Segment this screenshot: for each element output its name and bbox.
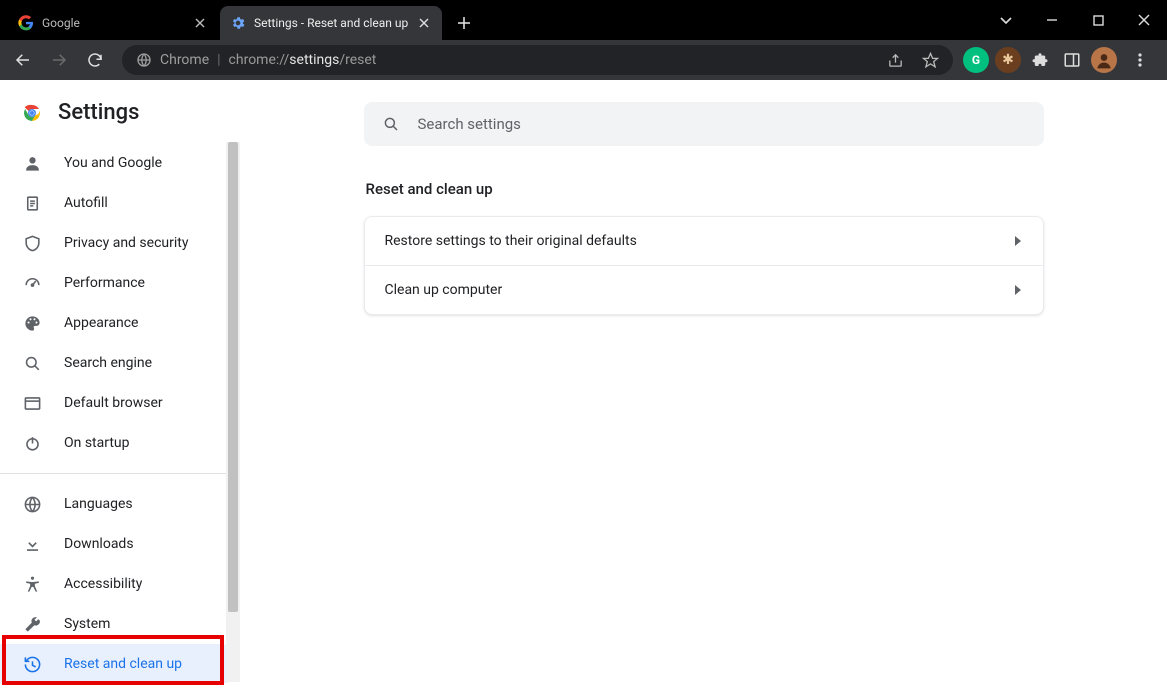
settings-favicon-icon [230,15,246,31]
settings-search[interactable] [364,102,1044,146]
sidebar-item-system[interactable]: System [0,604,240,644]
toolbar: Chrome | chrome://settings/reset G ✱ [0,40,1167,80]
sidebar-item-label: Search engine [64,355,152,371]
sidebar-item-label: Reset and clean up [64,656,182,672]
tab-strip: Google Settings - Reset and clean up [0,0,478,40]
row-label: Restore settings to their original defau… [385,233,637,249]
profile-avatar[interactable] [1091,47,1117,73]
sidebar-item-label: Privacy and security [64,235,188,251]
wrench-icon [22,615,42,634]
chevron-down-icon[interactable] [983,0,1029,40]
sidebar-item-label: Performance [64,275,145,291]
tab-label: Settings - Reset and clean up [254,16,408,30]
browser-icon [22,394,42,413]
sidebar-item-label: On startup [64,435,130,451]
search-icon [22,354,42,373]
palette-icon [22,314,42,333]
titlebar: Google Settings - Reset and clean up [0,0,1167,40]
reset-card: Restore settings to their original defau… [364,216,1044,315]
google-favicon-icon [18,15,34,31]
search-icon [382,115,400,133]
row-clean-computer[interactable]: Clean up computer [365,265,1043,314]
restore-icon [22,655,42,674]
address-bar[interactable]: Chrome | chrome://settings/reset [122,45,953,75]
url-strong: settings [289,52,339,68]
sidebar-item-appearance[interactable]: Appearance [0,303,240,343]
speed-icon [22,274,42,293]
sidebar-item-label: System [64,616,110,632]
sidebar-header: Settings [0,80,240,143]
share-icon[interactable] [887,52,904,69]
reload-button[interactable] [78,43,112,77]
sidebar-item-performance[interactable]: Performance [0,263,240,303]
person-icon [22,154,42,173]
new-tab-button[interactable] [450,9,478,37]
sidebar-item-label: Autofill [64,195,108,211]
sidebar-item-privacy[interactable]: Privacy and security [0,223,240,263]
window-controls [983,0,1167,40]
close-icon[interactable] [192,15,208,31]
sidebar-item-autofill[interactable]: Autofill [0,183,240,223]
sidebar-item-search-engine[interactable]: Search engine [0,343,240,383]
sidebar-item-languages[interactable]: Languages [0,484,240,524]
globe-icon [22,495,42,514]
settings-search-input[interactable] [418,115,1026,133]
sidebar-item-accessibility[interactable]: Accessibility [0,564,240,604]
shield-icon [22,234,42,253]
tab-label: Google [42,16,184,30]
sidebar-item-label: Downloads [64,536,134,552]
site-info-icon[interactable]: Chrome | [136,52,221,68]
power-icon [22,434,42,453]
back-button[interactable] [6,43,40,77]
chevron-right-icon [1013,284,1023,296]
download-icon [22,535,42,554]
sidebar-divider [0,473,240,474]
sidebar-item-you-and-google[interactable]: You and Google [0,143,240,183]
row-restore-defaults[interactable]: Restore settings to their original defau… [365,217,1043,265]
extension-grammarly-icon[interactable]: G [963,47,989,73]
sidebar-item-label: Accessibility [64,576,142,592]
sidebar-item-downloads[interactable]: Downloads [0,524,240,564]
url-host: Chrome [160,52,209,68]
accessibility-icon [22,575,42,594]
bookmark-icon[interactable] [922,52,939,69]
maximize-button[interactable] [1075,0,1121,40]
sidebar-list: You and Google Autofill Privacy and secu… [0,143,240,684]
url-suffix: /reset [339,52,376,68]
url-prefix: chrome:// [229,52,290,68]
sidebar-item-on-startup[interactable]: On startup [0,423,240,463]
chrome-menu-icon[interactable] [1123,43,1157,77]
chevron-right-icon [1013,235,1023,247]
sidebar-item-reset[interactable]: Reset and clean up [0,644,240,684]
settings-main: Reset and clean up Restore settings to t… [240,80,1167,691]
settings-title: Settings [58,100,139,125]
minimize-button[interactable] [1029,0,1075,40]
close-window-button[interactable] [1121,0,1167,40]
tab-settings[interactable]: Settings - Reset and clean up [220,6,442,40]
extension-cookie-icon[interactable]: ✱ [995,47,1021,73]
settings-sidebar: Settings You and Google Autofill Privacy… [0,80,240,691]
sidebar-scrollbar[interactable] [226,142,240,682]
row-label: Clean up computer [385,282,503,298]
sidebar-item-label: You and Google [64,155,162,171]
sidebar-item-label: Default browser [64,395,163,411]
content-area: Settings You and Google Autofill Privacy… [0,80,1167,691]
scrollbar-thumb[interactable] [228,142,238,612]
extensions-row: G ✱ [963,43,1161,77]
chrome-logo-icon [20,101,44,125]
section-title: Reset and clean up [366,180,1044,198]
sidebar-item-label: Appearance [64,315,138,331]
close-icon[interactable] [416,15,432,31]
sidebar-item-default-browser[interactable]: Default browser [0,383,240,423]
autofill-icon [22,194,42,213]
tab-google[interactable]: Google [8,6,218,40]
forward-button[interactable] [42,43,76,77]
extensions-menu-icon[interactable] [1027,47,1053,73]
side-panel-icon[interactable] [1059,47,1085,73]
sidebar-item-label: Languages [64,496,133,512]
